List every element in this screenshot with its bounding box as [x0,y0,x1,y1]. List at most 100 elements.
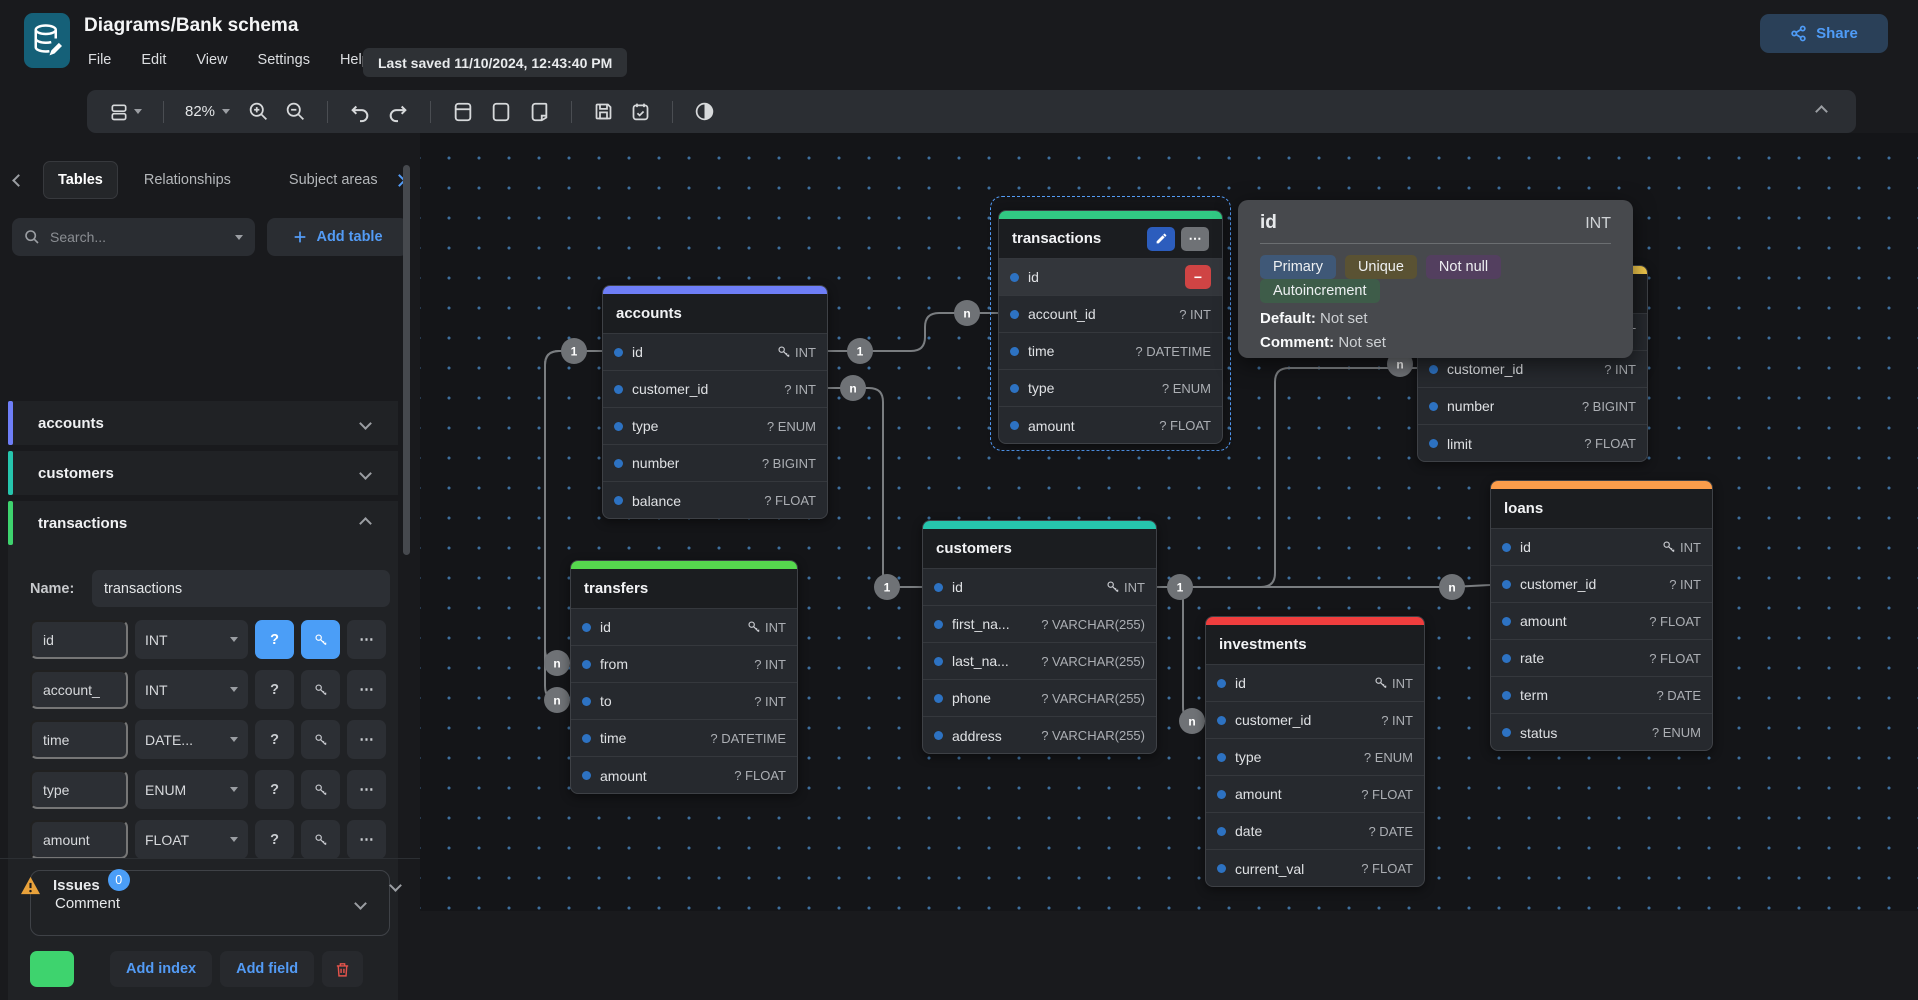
table-field-row[interactable]: amount? FLOAT [1206,776,1424,813]
add-table-icon[interactable] [452,101,474,123]
diagram-title[interactable]: Diagrams/Bank schema [84,15,298,37]
layout-toggle-icon[interactable] [109,102,142,122]
field-name-input[interactable] [30,770,128,809]
table-field-row[interactable]: current_val? FLOAT [1206,850,1424,887]
field-nullable-button[interactable]: ? [255,670,294,709]
table-field-row[interactable]: phone? VARCHAR(255) [923,680,1156,717]
table-field-row[interactable]: amount? FLOAT [571,757,797,794]
edit-pencil-button[interactable] [1147,227,1175,251]
expand-chevron-icon[interactable] [359,517,372,530]
sidebar-table-item-transactions[interactable]: transactions [8,501,398,545]
table-field-row[interactable]: to? INT [571,683,797,720]
table-field-row[interactable]: date? DATE [1206,813,1424,850]
table-field-row[interactable]: time? DATETIME [571,720,797,757]
table-field-row[interactable]: id− [999,259,1222,296]
undo-icon[interactable] [349,101,371,123]
field-type-select[interactable]: INT [135,620,248,659]
more-options-button[interactable]: ⋯ [1181,227,1209,251]
table-field-row[interactable]: time? DATETIME [999,333,1222,370]
table-title-row[interactable]: transactions⋯ [999,219,1222,259]
canvas-table-transactions[interactable]: transactions⋯id−account_id? INTtime? DAT… [998,210,1223,444]
table-field-row[interactable]: type? ENUM [603,408,827,445]
table-field-row[interactable]: type? ENUM [1206,739,1424,776]
zoom-caret-icon[interactable] [222,109,230,114]
menu-edit[interactable]: Edit [141,52,166,68]
zoom-out-icon[interactable] [285,101,306,122]
table-field-row[interactable]: from? INT [571,646,797,683]
table-name-input[interactable] [92,570,390,607]
theme-contrast-icon[interactable] [694,101,715,122]
field-nullable-button[interactable]: ? [255,770,294,809]
field-more-button[interactable]: ⋯ [347,670,386,709]
field-name-input[interactable] [30,670,128,709]
table-title-row[interactable]: accounts [603,294,827,334]
table-title-row[interactable]: investments [1206,625,1424,665]
field-more-button[interactable]: ⋯ [347,620,386,659]
delete-table-button[interactable] [322,951,363,987]
table-field-row[interactable]: number? BIGINT [603,445,827,482]
table-field-row[interactable]: last_na...? VARCHAR(255) [923,643,1156,680]
zoom-level[interactable]: 82% [185,103,215,120]
field-nullable-button[interactable]: ? [255,720,294,759]
add-table-button[interactable]: Add table [267,218,408,256]
table-field-row[interactable]: idINT [571,609,797,646]
issues-collapse-icon[interactable] [389,879,402,892]
field-nullable-button[interactable]: ? [255,820,294,859]
table-field-row[interactable]: first_na...? VARCHAR(255) [923,606,1156,643]
toolbar-collapse-icon[interactable] [1815,105,1828,118]
field-key-button[interactable] [301,670,340,709]
table-field-row[interactable]: balance? FLOAT [603,482,827,519]
field-more-button[interactable]: ⋯ [347,770,386,809]
add-field-button[interactable]: Add field [220,951,314,987]
table-field-row[interactable]: amount? FLOAT [1491,603,1712,640]
table-field-row[interactable]: rate? FLOAT [1491,640,1712,677]
save-icon[interactable] [593,101,614,122]
issues-bar[interactable]: Issues 0 [0,858,420,911]
search-caret-icon[interactable] [235,235,243,240]
canvas-table-customers[interactable]: customersidINTfirst_na...? VARCHAR(255)l… [922,520,1157,754]
field-name-input[interactable] [30,620,128,659]
table-field-row[interactable]: amount? FLOAT [999,407,1222,444]
menu-file[interactable]: File [88,52,111,68]
canvas-table-accounts[interactable]: accountsidINTcustomer_id? INTtype? ENUMn… [602,285,828,519]
field-key-button[interactable] [301,820,340,859]
expand-chevron-icon[interactable] [359,417,372,430]
table-field-row[interactable]: idINT [603,334,827,371]
zoom-in-icon[interactable] [248,101,269,122]
expand-chevron-icon[interactable] [359,467,372,480]
search-box[interactable] [12,218,255,256]
redo-icon[interactable] [387,101,409,123]
table-field-row[interactable]: idINT [1206,665,1424,702]
field-key-button[interactable] [301,720,340,759]
field-key-button[interactable] [301,770,340,809]
table-color-swatch[interactable] [30,951,74,987]
canvas-table-investments[interactable]: investmentsidINTcustomer_id? INTtype? EN… [1205,616,1425,887]
add-area-icon[interactable] [490,101,512,123]
canvas-table-transfers[interactable]: transfersidINTfrom? INTto? INTtime? DATE… [570,560,798,794]
table-field-row[interactable]: account_id? INT [999,296,1222,333]
table-field-row[interactable]: customer_id? INT [1491,566,1712,603]
field-type-select[interactable]: ENUM [135,770,248,809]
tab-subject-areas[interactable]: Subject areas [275,162,377,198]
remove-field-button[interactable]: − [1185,265,1211,289]
table-title-row[interactable]: transfers [571,569,797,609]
table-title-row[interactable]: customers [923,529,1156,569]
table-field-row[interactable]: customer_id? INT [603,371,827,408]
menu-view[interactable]: View [196,52,227,68]
table-field-row[interactable]: status? ENUM [1491,714,1712,751]
share-button[interactable]: Share [1760,14,1888,53]
table-field-row[interactable]: term? DATE [1491,677,1712,714]
field-type-select[interactable]: DATE... [135,720,248,759]
table-title-row[interactable]: loans [1491,489,1712,529]
todo-icon[interactable] [630,101,651,122]
sidebar-table-item-customers[interactable]: customers [8,451,398,495]
field-type-select[interactable]: INT [135,670,248,709]
field-more-button[interactable]: ⋯ [347,720,386,759]
sidebar-table-item-accounts[interactable]: accounts [8,401,398,445]
table-field-row[interactable]: idINT [1491,529,1712,566]
tab-tables[interactable]: Tables [43,161,118,199]
app-logo-icon[interactable] [24,13,70,68]
menu-settings[interactable]: Settings [258,52,310,68]
field-more-button[interactable]: ⋯ [347,820,386,859]
field-key-button[interactable] [301,620,340,659]
